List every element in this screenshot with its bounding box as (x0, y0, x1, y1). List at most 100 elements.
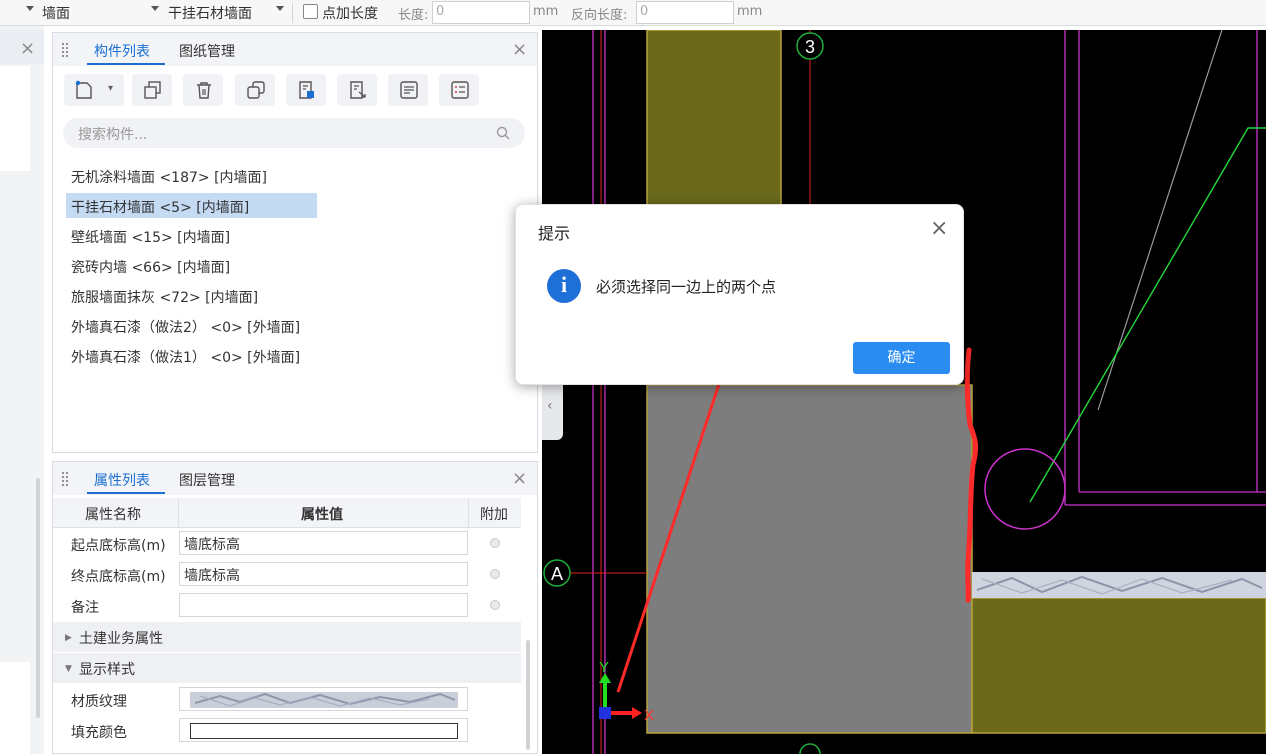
export-icon (350, 81, 366, 99)
length-input[interactable]: 0 (432, 1, 530, 24)
active-tab-indicator (87, 63, 165, 65)
add-length-checkbox[interactable] (303, 4, 318, 19)
marble-texture-icon (190, 692, 458, 708)
property-table-header: 属性名称 属性值 附加 (53, 498, 521, 528)
wall-segment (971, 597, 1266, 734)
grid-label-a: A (551, 564, 563, 584)
close-icon[interactable]: × (20, 40, 35, 58)
dropdown-arrow-icon[interactable]: ▾ (108, 83, 113, 94)
close-icon[interactable]: × (930, 218, 948, 240)
component-item[interactable]: 旅服墙面抹灰 <72> [内墙面] (66, 283, 263, 308)
copy-icon (144, 81, 161, 99)
type-select[interactable]: 墙面 (42, 3, 70, 23)
component-item[interactable]: 壁纸墙面 <15> [内墙面] (66, 223, 235, 248)
import-icon (299, 81, 314, 99)
property-value-field[interactable] (179, 593, 468, 617)
new-component-icon (75, 80, 92, 99)
dialog-message: 必须选择同一边上的两个点 (596, 278, 777, 296)
property-group-display-style[interactable]: ▼ 显示样式 (53, 653, 521, 683)
strip-list (0, 662, 30, 754)
prompt-dialog: 提示 × i 必须选择同一边上的两个点 确定 (515, 204, 964, 385)
property-group-civil[interactable]: ▶ 土建业务属性 (53, 622, 521, 652)
component-item[interactable]: 无机涂料墙面 <187> [内墙面] (66, 163, 272, 188)
delete-button[interactable] (183, 74, 223, 106)
fill-color-swatch (190, 723, 458, 739)
property-name: 材质纹理 (71, 694, 127, 710)
tab-property-list[interactable]: 属性列表 (94, 470, 150, 490)
duplicate-layer-icon (247, 81, 265, 99)
add-length-label: 点加长度 (322, 6, 378, 22)
top-toolbar: 墙面 干挂石材墙面 点加长度 长度: 0 mm 反向长度: 0 mm (0, 0, 1266, 26)
component-item[interactable]: 外墙真石漆（做法2） <0> [外墙面] (66, 313, 305, 338)
ucs-x-label: X (644, 707, 654, 724)
column-header-value: 属性值 (301, 507, 343, 523)
properties-button[interactable] (439, 74, 479, 106)
close-icon[interactable]: × (512, 470, 527, 488)
info-icon: i (547, 269, 581, 303)
group-label: 显示样式 (79, 662, 135, 678)
delete-icon (197, 82, 211, 99)
grid-label-3: 3 (805, 37, 815, 57)
property-row: 起点底标高(m) 墙底标高 (53, 528, 521, 559)
scrollbar[interactable] (36, 478, 40, 718)
component-select[interactable]: 干挂石材墙面 (168, 3, 252, 23)
duplicate-layer-button[interactable] (235, 74, 275, 106)
chevron-down-icon: ▼ (65, 664, 72, 674)
extra-radio[interactable] (490, 569, 500, 579)
drawing-canvas[interactable]: 3 A X Y (542, 30, 1266, 754)
column-divider (468, 498, 469, 528)
property-row: 备注 (53, 590, 521, 621)
close-icon[interactable]: × (512, 41, 527, 59)
export-button[interactable] (337, 74, 377, 106)
cad-drawing: 3 A X Y (543, 30, 1266, 754)
strip-list (0, 66, 30, 171)
ok-button[interactable]: 确定 (853, 342, 950, 374)
column-divider (178, 498, 179, 528)
left-side-strip: × (0, 26, 44, 754)
copy-button[interactable] (132, 74, 172, 106)
length-label: 长度: (398, 8, 429, 23)
material-texture-swatch[interactable] (179, 687, 468, 711)
extra-radio[interactable] (490, 538, 500, 548)
chevron-down-icon[interactable] (26, 6, 34, 11)
panel-collapse-handle[interactable]: ‹ (542, 380, 563, 440)
chevron-down-icon[interactable] (276, 6, 284, 11)
property-name: 备注 (71, 600, 99, 616)
component-item[interactable]: 瓷砖内墙 <66> [内墙面] (66, 253, 235, 278)
reverse-length-input[interactable]: 0 (636, 1, 734, 24)
column-header-name: 属性名称 (85, 507, 141, 523)
search-input[interactable]: 搜索构件... (63, 118, 525, 148)
import-button[interactable] (286, 74, 326, 106)
property-value-field[interactable]: 墙底标高 (179, 531, 468, 555)
scrollbar[interactable] (526, 640, 530, 750)
component-item[interactable]: 外墙真石漆（做法1） <0> [外墙面] (66, 343, 305, 368)
tab-drawing-management[interactable]: 图纸管理 (179, 41, 235, 61)
search-icon[interactable] (496, 126, 510, 140)
column-header-extra: 附加 (480, 507, 508, 523)
tab-layer-management[interactable]: 图层管理 (179, 470, 235, 490)
ucs-y-label: Y (599, 659, 609, 676)
chevron-right-icon: ▶ (65, 633, 72, 643)
property-name: 终点底标高(m) (71, 569, 166, 585)
property-value-field[interactable]: 墙底标高 (179, 562, 468, 586)
dialog-title: 提示 (538, 224, 571, 243)
tab-component-list[interactable]: 构件列表 (94, 41, 150, 61)
property-name: 填充颜色 (71, 725, 127, 741)
component-item-selected[interactable]: 干挂石材墙面 <5> [内墙面] (66, 193, 317, 218)
drag-handle-icon[interactable] (61, 42, 69, 58)
list-view-button[interactable] (388, 74, 428, 106)
drag-handle-icon[interactable] (61, 471, 69, 487)
reverse-length-unit: mm (737, 4, 763, 19)
chevron-left-icon: ‹ (547, 398, 553, 414)
extra-radio[interactable] (490, 600, 500, 610)
group-label: 土建业务属性 (79, 631, 163, 647)
properties-icon (451, 81, 469, 99)
panel-header: 构件列表 图纸管理 × (53, 33, 537, 66)
snap-circle (984, 448, 1066, 530)
chevron-down-icon[interactable] (151, 6, 159, 11)
toolbar-divider (292, 3, 293, 23)
property-row: 材质纹理 (53, 684, 521, 715)
new-component-button[interactable]: ▾ (64, 74, 124, 106)
fill-color-field[interactable] (179, 718, 468, 742)
property-row: 填充颜色 (53, 715, 521, 746)
